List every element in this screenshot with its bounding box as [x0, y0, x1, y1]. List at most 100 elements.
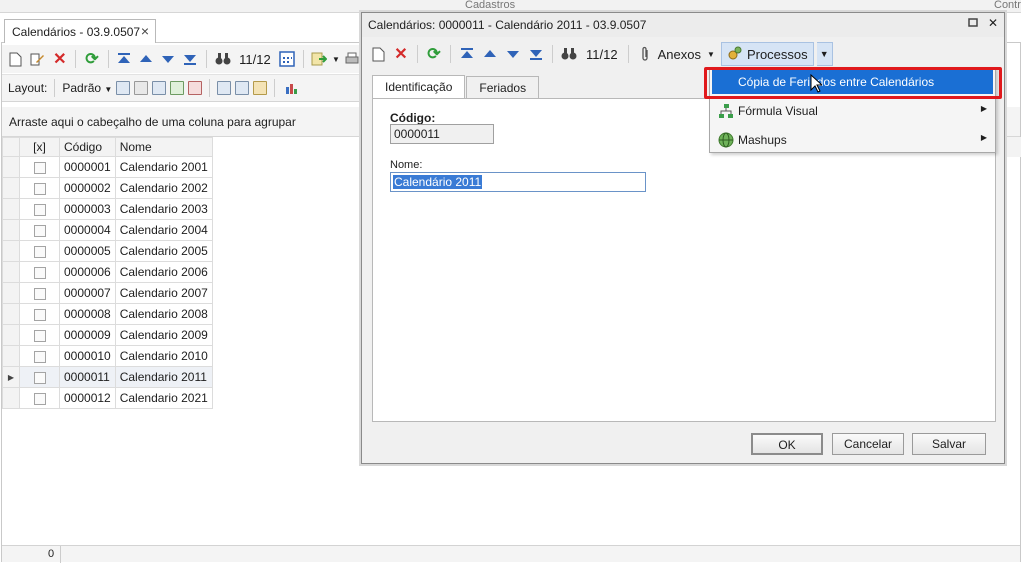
column-header-select[interactable]: [x]	[19, 137, 60, 157]
edit-icon[interactable]	[28, 49, 47, 69]
table-row[interactable]: 0000005 Calendario 2005	[2, 240, 213, 262]
anexos-button[interactable]: Anexos	[658, 47, 701, 62]
row-checkbox[interactable]	[33, 266, 46, 279]
layout-select[interactable]: Padrão ▼	[62, 81, 112, 95]
tab-identificacao[interactable]: Identificação	[372, 75, 466, 99]
layout-import-icon[interactable]	[170, 81, 185, 95]
table-row[interactable]: 0000004 Calendario 2004	[2, 219, 213, 241]
table-row[interactable]: 0000003 Calendario 2003	[2, 198, 213, 220]
nome-input[interactable]: Calendário 2011	[390, 172, 646, 192]
row-select-cell[interactable]	[19, 387, 60, 409]
layout-copy-icon[interactable]	[134, 81, 149, 95]
table-row[interactable]: 0000001 Calendario 2001	[2, 156, 213, 178]
cancelar-button[interactable]: Cancelar	[832, 433, 904, 455]
row-checkbox[interactable]	[33, 224, 46, 237]
table-row[interactable]: 0000010 Calendario 2010	[2, 345, 213, 367]
table-row[interactable]: 0000008 Calendario 2008	[2, 303, 213, 325]
table-row[interactable]: 0000007 Calendario 2007	[2, 282, 213, 304]
sum-icon[interactable]	[235, 81, 250, 95]
chevron-down-icon[interactable]: ▼	[704, 44, 718, 64]
codigo-cell: 0000009	[59, 324, 116, 346]
layout-export-icon[interactable]	[188, 81, 203, 95]
row-select-cell[interactable]	[19, 324, 60, 346]
table-row[interactable]: 0000006 Calendario 2006	[2, 261, 213, 283]
document-tab[interactable]: Calendários - 03.9.0507 ×	[4, 19, 156, 43]
grid-footer: 0	[2, 545, 1020, 563]
row-checkbox[interactable]	[33, 308, 46, 321]
codigo-cell: 0000006	[59, 261, 116, 283]
table-row[interactable]: 0000012 Calendario 2021	[2, 387, 213, 409]
column-chooser-icon[interactable]	[217, 81, 232, 95]
row-checkbox[interactable]	[33, 371, 46, 384]
calendar-grid-icon[interactable]	[278, 49, 297, 69]
new-icon[interactable]	[368, 44, 388, 64]
row-checkbox[interactable]	[33, 245, 46, 258]
filter-icon[interactable]	[253, 81, 268, 95]
codigo-cell: 0000012	[59, 387, 116, 409]
delete-icon[interactable]: ✕	[391, 44, 411, 64]
row-select-cell[interactable]	[19, 303, 60, 325]
dialog-titlebar[interactable]: Calendários: 0000011 - Calendário 2011 -…	[362, 13, 1004, 37]
first-record-icon[interactable]	[114, 49, 133, 69]
new-icon[interactable]	[6, 49, 25, 69]
nome-cell: Calendario 2004	[114, 219, 213, 241]
chart-icon[interactable]	[282, 78, 302, 98]
row-checkbox[interactable]	[33, 203, 46, 216]
next-record-icon[interactable]	[503, 44, 523, 64]
processos-dropdown-arrow[interactable]: ▼	[816, 42, 833, 66]
grid-right-edge	[1004, 137, 1021, 157]
maximize-icon[interactable]	[968, 16, 978, 30]
row-select-cell[interactable]	[19, 282, 60, 304]
row-select-cell[interactable]	[19, 219, 60, 241]
record-counter: 11/12	[239, 51, 271, 67]
menu-item-mashups[interactable]: Mashups ▶	[712, 128, 993, 152]
layout-save-icon[interactable]	[116, 81, 131, 95]
first-record-icon[interactable]	[457, 44, 477, 64]
nome-cell: Calendario 2007	[114, 282, 213, 304]
grid-header-row: [x] Código Nome	[2, 137, 213, 157]
row-checkbox[interactable]	[33, 392, 46, 405]
row-checkbox[interactable]	[33, 329, 46, 342]
row-checkbox[interactable]	[33, 182, 46, 195]
table-row[interactable]: 0000009 Calendario 2009	[2, 324, 213, 346]
previous-record-icon[interactable]	[137, 49, 156, 69]
tab-feriados[interactable]: Feriados	[466, 76, 540, 98]
column-header-codigo[interactable]: Código	[59, 137, 116, 157]
refresh-icon[interactable]: ⟳	[82, 49, 101, 69]
menu-item-formula-visual[interactable]: Fórmula Visual ▶	[712, 99, 993, 123]
last-record-icon[interactable]	[526, 44, 546, 64]
salvar-button[interactable]: Salvar	[912, 433, 986, 455]
row-select-cell[interactable]	[19, 156, 60, 178]
row-checkbox[interactable]	[33, 350, 46, 363]
row-select-cell[interactable]	[19, 198, 60, 220]
ok-button[interactable]: OK	[751, 433, 823, 455]
previous-record-icon[interactable]	[480, 44, 500, 64]
table-row[interactable]: ▶ 0000011 Calendario 2011	[2, 366, 213, 388]
close-icon[interactable]: ✕	[988, 16, 998, 30]
delete-icon[interactable]: ✕	[50, 49, 69, 69]
globe-icon	[718, 132, 734, 148]
row-select-cell[interactable]	[19, 261, 60, 283]
print-icon[interactable]	[343, 49, 362, 69]
next-record-icon[interactable]	[159, 49, 178, 69]
refresh-icon[interactable]: ⟳	[424, 44, 444, 64]
last-record-icon[interactable]	[181, 49, 200, 69]
row-select-cell[interactable]	[19, 345, 60, 367]
layout-grid-icon[interactable]	[152, 81, 167, 95]
table-row[interactable]: 0000002 Calendario 2002	[2, 177, 213, 199]
processos-button[interactable]: Processos	[720, 42, 814, 66]
paperclip-icon[interactable]	[635, 44, 655, 64]
find-binoculars-icon[interactable]	[213, 49, 232, 69]
row-select-cell[interactable]	[19, 177, 60, 199]
nome-cell: Calendario 2011	[114, 366, 213, 388]
close-tab-icon[interactable]: ×	[141, 23, 149, 39]
row-select-cell[interactable]	[19, 240, 60, 262]
row-checkbox[interactable]	[33, 161, 46, 174]
find-binoculars-icon[interactable]	[559, 44, 579, 64]
export-icon[interactable]	[310, 49, 329, 69]
mouse-cursor-icon	[810, 73, 824, 96]
export-dropdown-icon[interactable]: ▼	[332, 49, 340, 69]
column-header-nome[interactable]: Nome	[114, 137, 213, 157]
row-checkbox[interactable]	[33, 287, 46, 300]
row-select-cell[interactable]	[19, 366, 60, 388]
